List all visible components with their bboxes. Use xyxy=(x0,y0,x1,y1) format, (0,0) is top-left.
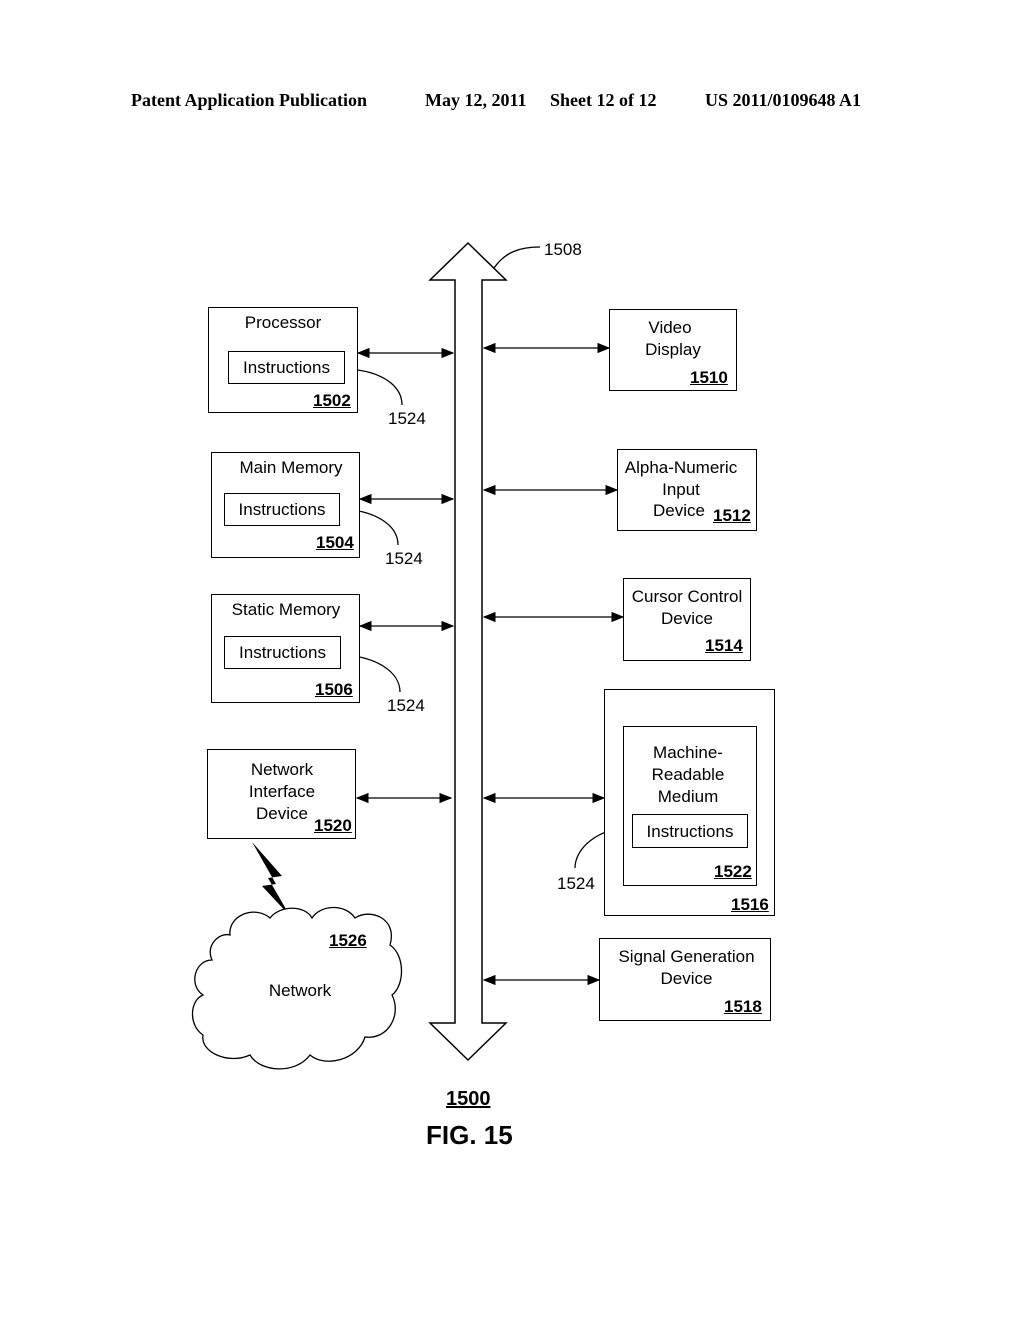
processor-instructions-label: Instructions xyxy=(243,358,330,377)
signal-generation-title-2: Device xyxy=(660,969,713,988)
cursor-control-title-1: Cursor Control xyxy=(631,587,743,606)
network-ref: 1526 xyxy=(329,931,367,950)
alpha-numeric-title-1: Alpha-Numeric xyxy=(624,458,738,477)
signal-generation-title-1: Signal Generation xyxy=(618,947,755,966)
mrm-title-2: Readable xyxy=(651,765,725,784)
mrm-title-1: Machine- xyxy=(653,743,723,762)
alpha-numeric-title-2: Input xyxy=(662,480,700,499)
video-display-title-1: Video xyxy=(648,318,692,337)
processor-title: Processor xyxy=(244,313,322,332)
mrm-callout-ref: 1524 xyxy=(557,874,595,893)
cursor-control-title-2: Device xyxy=(661,609,713,628)
network-interface-title-1: Network xyxy=(250,760,314,779)
main-memory-title: Main Memory xyxy=(239,458,343,477)
cursor-control-ref: 1514 xyxy=(705,636,743,655)
mrm-instructions-label: Instructions xyxy=(646,822,734,841)
video-display-ref: 1510 xyxy=(690,368,728,387)
static-memory-callout-ref: 1524 xyxy=(387,696,425,715)
signal-generation-ref: 1518 xyxy=(724,997,762,1016)
static-memory-ref: 1506 xyxy=(315,680,353,699)
static-memory-title: Static Memory xyxy=(231,600,341,619)
figure-caption: FIG. 15 xyxy=(426,1120,513,1150)
main-memory-callout-ref: 1524 xyxy=(385,549,423,568)
network-interface-ref: 1520 xyxy=(314,816,352,835)
processor-callout-ref: 1524 xyxy=(388,409,426,428)
wireless-link-icon xyxy=(252,842,290,916)
network-interface-title-2: Interface xyxy=(248,782,316,801)
network-label: Network xyxy=(268,981,332,1000)
alpha-numeric-ref: 1512 xyxy=(713,506,751,525)
alpha-numeric-title-3: Device xyxy=(653,501,705,520)
figure-ref: 1500 xyxy=(446,1088,491,1110)
mrm-ref: 1522 xyxy=(714,862,752,881)
main-memory-instructions-label: Instructions xyxy=(238,500,326,519)
drive-unit-ref: 1516 xyxy=(731,895,769,914)
video-display-title-2: Display xyxy=(645,340,701,359)
bus-ref: 1508 xyxy=(544,240,582,259)
mrm-title-3: Medium xyxy=(657,787,719,806)
static-memory-instructions-label: Instructions xyxy=(239,643,326,662)
bus-callout-line xyxy=(493,246,541,269)
processor-ref: 1502 xyxy=(313,391,351,410)
bus-arrow xyxy=(428,241,508,1062)
main-memory-ref: 1504 xyxy=(316,533,354,552)
